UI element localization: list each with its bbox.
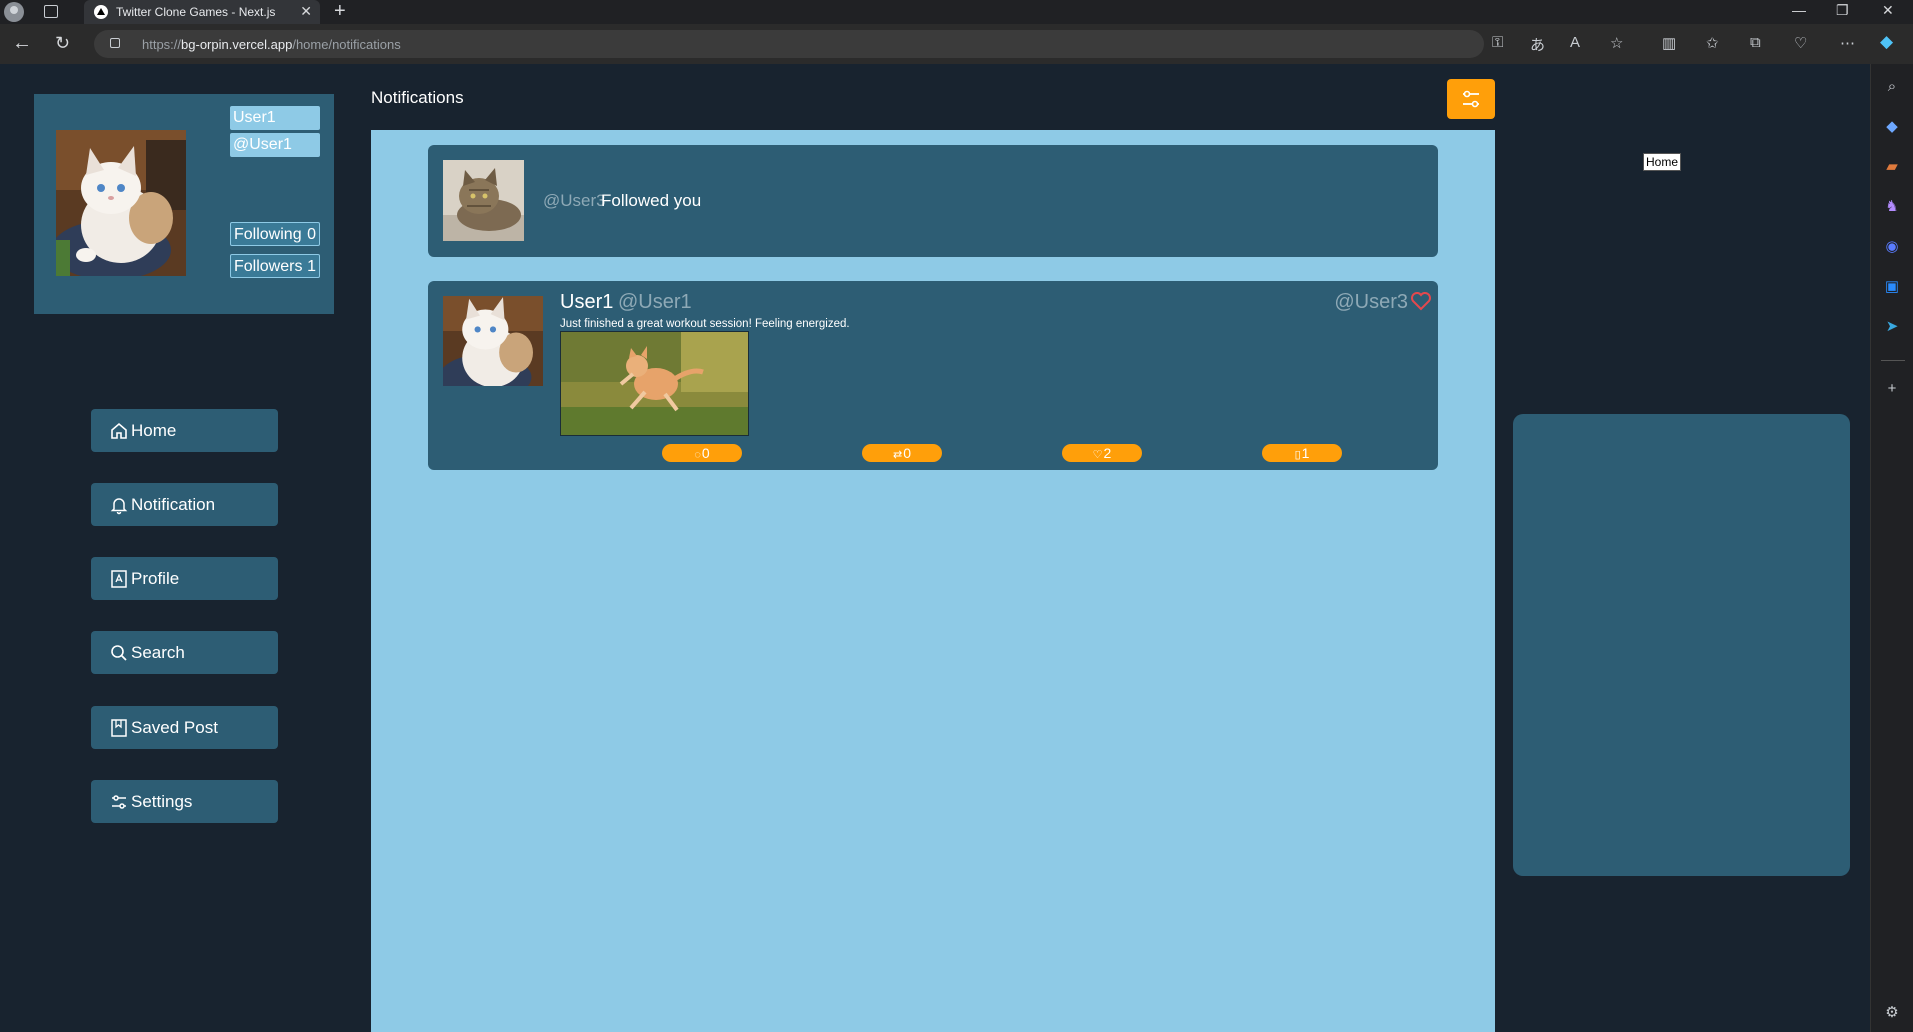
- browser-profile-icon[interactable]: [4, 2, 24, 22]
- tab-actions-icon[interactable]: [44, 5, 58, 18]
- shopping-tag-icon[interactable]: ◆: [1883, 118, 1901, 136]
- sliders-icon: [1463, 90, 1479, 108]
- close-window-button[interactable]: ✕: [1882, 2, 1894, 19]
- games-icon[interactable]: ♞: [1883, 198, 1901, 216]
- restore-button[interactable]: ❐: [1836, 2, 1849, 19]
- tab-title: Twitter Clone Games - Next.js: [116, 5, 276, 19]
- collections-icon[interactable]: ⧉: [1750, 34, 1761, 51]
- nav-search-label: Search: [131, 642, 185, 662]
- nav-search-button[interactable]: Search: [91, 631, 278, 674]
- performance-icon[interactable]: ♡: [1794, 34, 1807, 52]
- add-icon[interactable]: +: [1883, 380, 1901, 398]
- jumping-kitten-image: [561, 332, 748, 435]
- nav-notification-button[interactable]: Notification: [91, 483, 278, 526]
- back-arrow-icon[interactable]: ←: [12, 32, 32, 55]
- sidebar-divider: [1881, 360, 1905, 361]
- right-sidebar-panel: [1513, 414, 1850, 876]
- translate-icon[interactable]: あ: [1530, 34, 1545, 55]
- followers-number: 1: [307, 258, 316, 275]
- browser-tabbar: Twitter Clone Games - Next.js ✕ + — ❐ ✕: [0, 0, 1913, 24]
- page-title: Notifications: [371, 88, 464, 107]
- outlook-icon[interactable]: ▣: [1883, 278, 1901, 296]
- heart-icon: [1410, 291, 1432, 316]
- settings-gear-icon[interactable]: ⚙: [1883, 1004, 1901, 1022]
- split-screen-icon[interactable]: ▥: [1662, 34, 1676, 52]
- liked-post-card[interactable]: User1 @User1 @User3 Just finished a grea…: [428, 281, 1438, 470]
- read-aloud-icon[interactable]: A: [1570, 34, 1580, 51]
- tab-close-icon[interactable]: ✕: [300, 3, 312, 20]
- like-count-button[interactable]: ♡2: [1062, 444, 1142, 462]
- tools-icon[interactable]: ▰: [1883, 158, 1901, 176]
- kitten-avatar-image: [56, 130, 186, 276]
- nav-home-button[interactable]: Home: [91, 409, 278, 452]
- refresh-icon[interactable]: ↻: [55, 33, 70, 54]
- post-text: Just finished a great workout session! F…: [560, 318, 850, 330]
- post-image[interactable]: [560, 331, 749, 436]
- favorites-icon[interactable]: ✩: [1706, 34, 1719, 52]
- followers-label: Followers: [234, 258, 303, 275]
- retweet-count-button[interactable]: ⇄0: [862, 444, 942, 462]
- nav-home-label: Home: [131, 420, 177, 440]
- profile-icon: [111, 569, 127, 588]
- heart-icon: ♡: [1092, 449, 1103, 461]
- sliders-icon: [112, 794, 126, 809]
- bookmark-count-button[interactable]: ▯1: [1262, 444, 1342, 462]
- favorite-star-icon[interactable]: ☆: [1610, 34, 1623, 52]
- follow-notification-card[interactable]: @User3 Followed you: [428, 145, 1438, 257]
- url-field[interactable]: https://bg-orpin.vercel.app/home/notific…: [94, 30, 1484, 58]
- avatar[interactable]: [443, 296, 543, 386]
- following-number: 0: [307, 226, 316, 243]
- comment-icon: ◌: [694, 449, 701, 461]
- notification-text: Followed you: [601, 191, 702, 210]
- followers-count-badge[interactable]: Followers 1: [230, 254, 320, 278]
- comment-count-button[interactable]: ◌0: [662, 444, 742, 462]
- avatar[interactable]: [443, 160, 524, 241]
- liked-by-handle[interactable]: @User3: [1334, 291, 1408, 314]
- address-bar-row: ← ↻ https://bg-orpin.vercel.app/home/not…: [0, 24, 1913, 64]
- lock-icon: [110, 38, 120, 48]
- copilot-icon[interactable]: ◆: [1880, 32, 1893, 52]
- post-author-name[interactable]: User1: [560, 291, 613, 314]
- profile-display-name: User1: [230, 106, 320, 130]
- following-label: Following: [234, 226, 302, 243]
- browser-tab[interactable]: Twitter Clone Games - Next.js ✕: [84, 0, 320, 24]
- post-author-handle[interactable]: @User1: [618, 291, 692, 314]
- profile-card: User1 @User1 Following 0 Followers 1: [34, 94, 334, 314]
- nav-profile-button[interactable]: Profile: [91, 557, 278, 600]
- nav-profile-label: Profile: [131, 568, 180, 588]
- url-text: https://bg-orpin.vercel.app/home/notific…: [142, 37, 401, 52]
- retweet-icon: ⇄: [892, 449, 903, 461]
- send-icon[interactable]: ➤: [1883, 318, 1901, 336]
- filter-settings-button[interactable]: [1447, 79, 1495, 119]
- avatar[interactable]: [56, 130, 186, 276]
- following-count-badge[interactable]: Following 0: [230, 222, 320, 246]
- more-menu-icon[interactable]: ⋯: [1840, 34, 1855, 52]
- copilot-sidebar-icon[interactable]: ◉: [1883, 238, 1901, 256]
- nextjs-favicon-icon: [94, 5, 108, 19]
- saved-post-icon: [111, 718, 127, 737]
- nav-saved-post-label: Saved Post: [131, 717, 218, 737]
- search-icon: [111, 644, 127, 661]
- new-tab-button[interactable]: +: [334, 0, 346, 23]
- notification-handle[interactable]: @User3: [543, 191, 606, 211]
- edge-sidebar: ⌕ ◆ ▰ ♞ ◉ ▣ ➤ + ⚙: [1870, 64, 1913, 1032]
- profile-handle: @User1: [230, 133, 320, 157]
- kitten-avatar-image: [443, 296, 543, 386]
- tooltip: Home: [1643, 153, 1682, 171]
- bookmark-icon: ▯: [1294, 449, 1301, 461]
- tabby-cat-avatar-image: [443, 160, 524, 241]
- bell-icon: [110, 497, 128, 514]
- search-icon[interactable]: ⌕: [1883, 78, 1901, 96]
- nav-settings-button[interactable]: Settings: [91, 780, 278, 823]
- home-icon: [111, 422, 127, 439]
- nav-saved-post-button[interactable]: Saved Post: [91, 706, 278, 749]
- key-icon[interactable]: ⚿: [1492, 34, 1503, 51]
- nav-settings-label: Settings: [131, 791, 193, 811]
- minimize-button[interactable]: —: [1792, 2, 1806, 18]
- nav-notification-label: Notification: [131, 494, 216, 514]
- notifications-panel: @User3 Followed you User1 @User1 @User3 …: [371, 130, 1495, 1032]
